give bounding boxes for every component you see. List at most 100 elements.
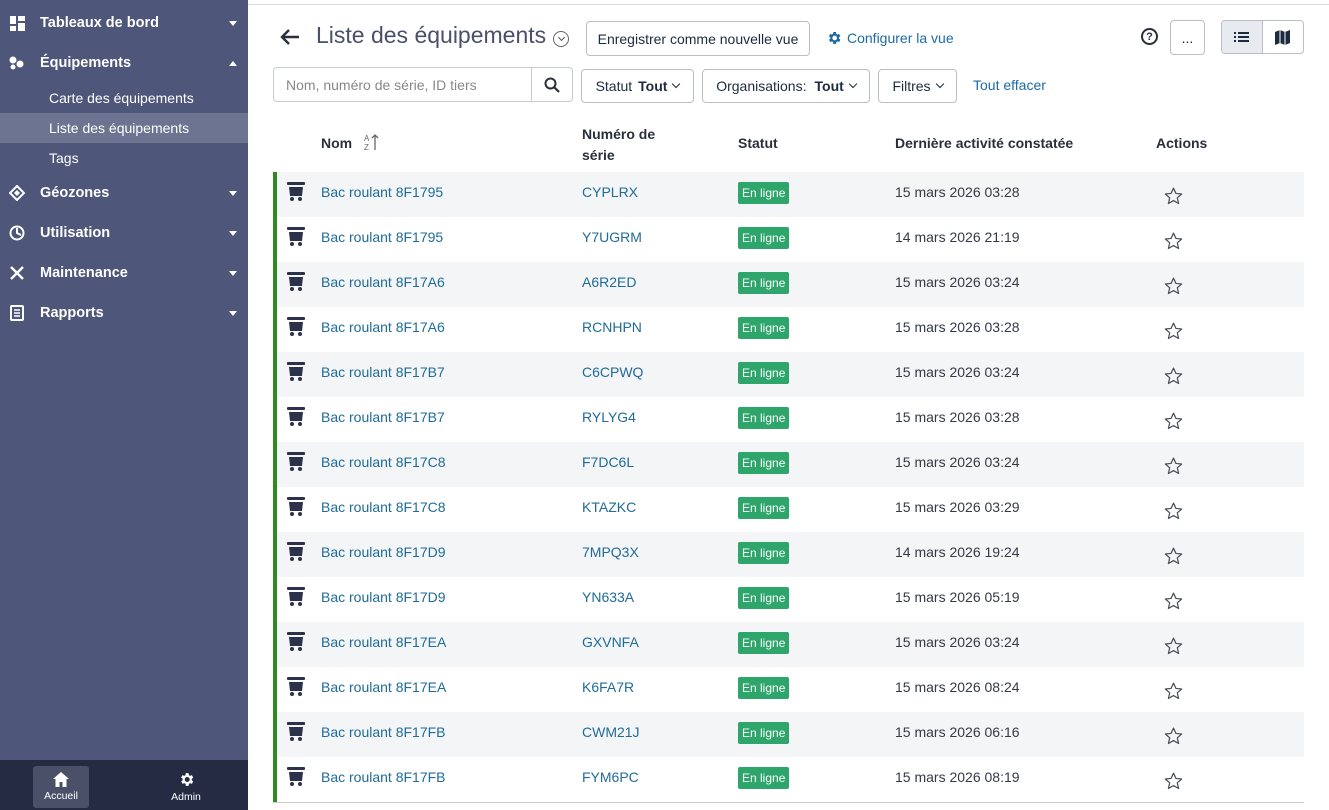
serial-number-link[interactable]: KTAZKC (582, 499, 636, 515)
star-icon[interactable] (1164, 727, 1183, 745)
table-row[interactable]: Bac roulant 8F17EA GXVNFA En ligne 15 ma… (273, 622, 1304, 667)
subnav-equipment-map[interactable]: Carte des équipements (0, 83, 248, 113)
equipment-name-link[interactable]: Bac roulant 8F17D9 (321, 544, 446, 560)
search-input[interactable] (274, 68, 532, 101)
table-row[interactable]: Bac roulant 8F17B7 RYLYG4 En ligne 15 ma… (273, 397, 1304, 442)
table-row[interactable]: Bac roulant 8F17FB FYM6PC En ligne 15 ma… (273, 757, 1304, 802)
star-icon[interactable] (1164, 502, 1183, 520)
star-icon[interactable] (1164, 187, 1183, 205)
nav-reports[interactable]: Rapports (0, 298, 248, 328)
save-view-button[interactable]: Enregistrer comme nouvelle vue (586, 21, 810, 56)
table-row[interactable]: Bac roulant 8F17C8 KTAZKC En ligne 15 ma… (273, 487, 1304, 532)
view-dropdown-button[interactable] (553, 31, 569, 47)
sidebar-bottom-bar: Accueil Admin (0, 760, 248, 810)
status-filter-button[interactable]: Statut Tout (581, 69, 694, 103)
star-icon[interactable] (1164, 592, 1183, 610)
gear-icon (828, 32, 841, 44)
star-icon[interactable] (1164, 322, 1183, 340)
star-icon[interactable] (1164, 457, 1183, 475)
nav-dashboards[interactable]: Tableaux de bord (0, 8, 248, 38)
help-icon[interactable]: ? (1141, 28, 1158, 45)
serial-number-link[interactable]: CWM21J (582, 724, 640, 740)
subnav-equipment-list[interactable]: Liste des équipements (0, 113, 248, 143)
sort-icon[interactable]: AZ (364, 133, 380, 151)
table-row[interactable]: Bac roulant 8F17FB CWM21J En ligne 15 ma… (273, 712, 1304, 757)
equipment-name-link[interactable]: Bac roulant 8F17FB (321, 769, 446, 785)
last-activity-date: 15 mars 2026 03:24 (895, 634, 1020, 650)
nav-reports-label: Rapports (40, 305, 104, 321)
search-button[interactable] (531, 68, 572, 101)
nav-geozones-label: Géozones (40, 185, 110, 201)
star-icon[interactable] (1164, 637, 1183, 655)
star-icon[interactable] (1164, 547, 1183, 565)
serial-number-link[interactable]: F7DC6L (582, 454, 634, 470)
nav-maintenance[interactable]: Maintenance (0, 258, 248, 288)
equipment-name-link[interactable]: Bac roulant 8F17C8 (321, 454, 446, 470)
serial-number-link[interactable]: C6CPWQ (582, 364, 643, 380)
equipment-name-link[interactable]: Bac roulant 8F17B7 (321, 364, 445, 380)
chevron-up-icon (229, 60, 237, 66)
serial-number-link[interactable]: GXVNFA (582, 634, 639, 650)
nav-geozones[interactable]: Géozones (0, 178, 248, 208)
admin-button[interactable]: Admin (158, 766, 214, 808)
serial-number-link[interactable]: YN633A (582, 589, 634, 605)
equipment-name-link[interactable]: Bac roulant 8F17D9 (321, 589, 446, 605)
home-button[interactable]: Accueil (33, 766, 89, 808)
clear-all-link[interactable]: Tout effacer (973, 77, 1046, 93)
star-icon[interactable] (1164, 367, 1183, 385)
table-row[interactable]: Bac roulant 8F17A6 RCNHPN En ligne 15 ma… (273, 307, 1304, 352)
serial-number-link[interactable]: CYPLRX (582, 184, 638, 200)
list-view-button[interactable] (1222, 21, 1263, 53)
serial-number-link[interactable]: A6R2ED (582, 274, 636, 290)
table-row[interactable]: Bac roulant 8F17EA K6FA7R En ligne 15 ma… (273, 667, 1304, 712)
equipment-name-link[interactable]: Bac roulant 8F1795 (321, 184, 443, 200)
star-icon[interactable] (1164, 232, 1183, 250)
equipment-name-link[interactable]: Bac roulant 8F17EA (321, 679, 446, 695)
equipment-name-link[interactable]: Bac roulant 8F17FB (321, 724, 446, 740)
configure-view-label: Configurer la vue (847, 30, 954, 46)
trash-bin-icon (287, 227, 305, 246)
table-row[interactable]: Bac roulant 8F1795 CYPLRX En ligne 15 ma… (273, 172, 1304, 217)
subnav-tags[interactable]: Tags (0, 143, 248, 173)
organisations-filter-button[interactable]: Organisations: Tout (702, 69, 870, 103)
sidebar: Tableaux de bord Équipements Carte des é… (0, 0, 248, 810)
table-row[interactable]: Bac roulant 8F17D9 YN633A En ligne 15 ma… (273, 577, 1304, 622)
nav-utilisation[interactable]: Utilisation (0, 218, 248, 248)
table-row[interactable]: Bac roulant 8F17C8 F7DC6L En ligne 15 ma… (273, 442, 1304, 487)
filters-button[interactable]: Filtres (878, 69, 957, 103)
back-button[interactable] (279, 26, 301, 48)
table-row[interactable]: Bac roulant 8F17B7 C6CPWQ En ligne 15 ma… (273, 352, 1304, 397)
column-header-status[interactable]: Statut (738, 135, 778, 151)
equipment-name-link[interactable]: Bac roulant 8F17B7 (321, 409, 445, 425)
column-header-serial[interactable]: Numéro de série (582, 124, 655, 166)
serial-number-link[interactable]: RYLYG4 (582, 409, 636, 425)
table-row[interactable]: Bac roulant 8F17A6 A6R2ED En ligne 15 ma… (273, 262, 1304, 307)
status-badge: En ligne (738, 542, 790, 564)
table-row[interactable]: Bac roulant 8F17D9 7MPQ3X En ligne 14 ma… (273, 532, 1304, 577)
star-icon[interactable] (1164, 682, 1183, 700)
star-icon[interactable] (1164, 277, 1183, 295)
column-header-last-activity[interactable]: Dernière activité constatée (895, 135, 1073, 151)
more-button[interactable]: ... (1170, 20, 1205, 55)
map-view-button[interactable] (1263, 21, 1304, 53)
equipment-name-link[interactable]: Bac roulant 8F17C8 (321, 499, 446, 515)
configure-view-link[interactable]: Configurer la vue (826, 30, 954, 46)
reports-icon (9, 305, 25, 321)
column-header-serial-line2: série (582, 147, 615, 163)
chevron-down-icon (229, 230, 237, 236)
table-row[interactable]: Bac roulant 8F1795 Y7UGRM En ligne 14 ma… (273, 217, 1304, 262)
equipment-name-link[interactable]: Bac roulant 8F1795 (321, 229, 443, 245)
serial-number-link[interactable]: FYM6PC (582, 769, 639, 785)
equipment-name-link[interactable]: Bac roulant 8F17A6 (321, 274, 445, 290)
equipment-name-link[interactable]: Bac roulant 8F17EA (321, 634, 446, 650)
column-header-name[interactable]: Nom (321, 135, 352, 151)
nav-equipment[interactable]: Équipements (0, 48, 248, 78)
star-icon[interactable] (1164, 772, 1183, 790)
chevron-down-icon (557, 33, 565, 42)
serial-number-link[interactable]: 7MPQ3X (582, 544, 639, 560)
star-icon[interactable] (1164, 412, 1183, 430)
equipment-name-link[interactable]: Bac roulant 8F17A6 (321, 319, 445, 335)
serial-number-link[interactable]: K6FA7R (582, 679, 634, 695)
serial-number-link[interactable]: Y7UGRM (582, 229, 642, 245)
serial-number-link[interactable]: RCNHPN (582, 319, 642, 335)
